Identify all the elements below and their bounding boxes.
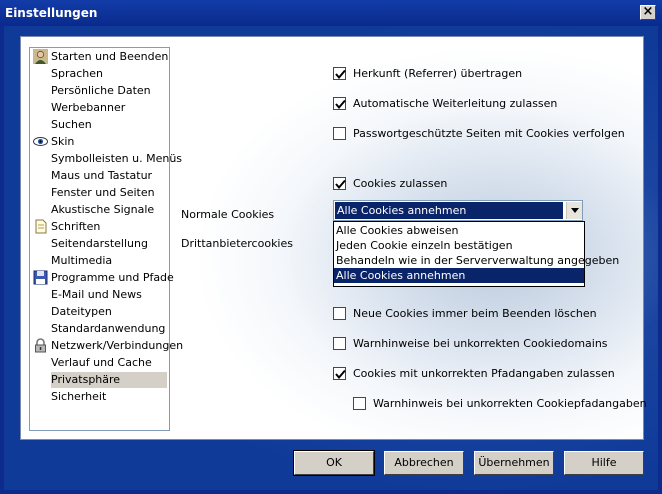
- sidebar-item-symbolleisten[interactable]: Symbolleisten u. Menüs: [51, 151, 182, 167]
- sidebar-item-privatsphaere[interactable]: Privatsphäre: [51, 372, 167, 388]
- close-icon: ×: [642, 4, 654, 19]
- ok-button[interactable]: OK: [293, 450, 375, 476]
- apply-button[interactable]: Übernehmen: [474, 451, 554, 475]
- delete-on-exit-checkbox[interactable]: [333, 307, 346, 320]
- referrer-checkbox[interactable]: [333, 67, 346, 80]
- floppy-disk-icon: [33, 270, 48, 285]
- referrer-label: Herkunft (Referrer) übertragen: [353, 67, 523, 80]
- sidebar-item-seitendarstellung[interactable]: Seitendarstellung: [51, 236, 148, 252]
- cookies-allowed-label: Cookies zulassen: [353, 177, 448, 190]
- sidebar-item-verlauf-und-cache[interactable]: Verlauf und Cache: [51, 355, 152, 371]
- normal-cookies-value: Alle Cookies annehmen: [335, 202, 563, 219]
- normal-cookies-dropdown-list[interactable]: Alle Cookies abweisen Jeden Cookie einze…: [333, 221, 619, 287]
- normal-cookies-label: Normale Cookies: [181, 208, 275, 221]
- sidebar-item-akustische-signale[interactable]: Akustische Signale: [51, 202, 154, 218]
- normal-cookies-select[interactable]: Alle Cookies annehmen: [333, 200, 583, 221]
- cancel-button[interactable]: Abbrechen: [384, 451, 464, 475]
- settings-window: Einstellungen × Starten und Beenden Spra…: [0, 0, 662, 494]
- lock-icon: [35, 338, 46, 353]
- close-button[interactable]: ×: [640, 5, 656, 20]
- dropdown-option-confirm-each[interactable]: Jeden Cookie einzeln bestätigen: [334, 238, 584, 253]
- sidebar-item-suchen[interactable]: Suchen: [51, 117, 92, 133]
- window-title: Einstellungen: [5, 6, 98, 20]
- sidebar-item-sprachen[interactable]: Sprachen: [51, 66, 103, 82]
- path-allow-checkbox[interactable]: [333, 367, 346, 380]
- cookies-allowed-checkbox[interactable]: [333, 177, 346, 190]
- sidebar-item-schriften[interactable]: Schriften: [51, 219, 100, 235]
- delete-on-exit-label: Neue Cookies immer beim Beenden löschen: [353, 307, 597, 320]
- sidebar-item-skin[interactable]: Skin: [51, 134, 74, 150]
- path-allow-label: Cookies mit unkorrekten Pfadangaben zula…: [353, 367, 615, 380]
- dropdown-option-server-settings[interactable]: Behandeln wie in der Serververwaltung an…: [334, 253, 619, 268]
- dropdown-option-reject-all[interactable]: Alle Cookies abweisen: [334, 223, 584, 238]
- person-icon: [33, 49, 48, 64]
- sidebar-item-programme-und-pfade[interactable]: Programme und Pfade: [51, 270, 174, 286]
- chevron-down-icon: [571, 208, 579, 213]
- sidebar-item-sicherheit[interactable]: Sicherheit: [51, 389, 106, 405]
- dropdown-option-accept-all[interactable]: Alle Cookies annehmen: [334, 268, 584, 283]
- eye-icon: [33, 137, 48, 146]
- sidebar-item-dateitypen[interactable]: Dateitypen: [51, 304, 112, 320]
- domain-warning-label: Warnhinweise bei unkorrekten Cookiedomai…: [353, 337, 608, 350]
- dropdown-arrow-button[interactable]: [566, 202, 582, 219]
- sidebar-item-starten-und-beenden[interactable]: Starten und Beenden: [51, 49, 168, 65]
- sidebar-item-multimedia[interactable]: Multimedia: [51, 253, 112, 269]
- sidebar-item-fenster-und-seiten[interactable]: Fenster und Seiten: [51, 185, 155, 201]
- sidebar-item-werbebanner[interactable]: Werbebanner: [51, 100, 125, 116]
- path-warning-label: Warnhinweis bei unkorrekten Cookiepfadan…: [373, 397, 647, 410]
- path-warning-checkbox[interactable]: [353, 397, 366, 410]
- sidebar-item-standardanwendung[interactable]: Standardanwendung: [51, 321, 165, 337]
- sidebar-item-persoenliche-daten[interactable]: Persönliche Daten: [51, 83, 151, 99]
- password-cookies-label: Passwortgeschützte Seiten mit Cookies ve…: [353, 127, 625, 140]
- title-bar[interactable]: Einstellungen ×: [0, 0, 662, 26]
- thirdparty-cookies-label: Drittanbietercookies: [181, 237, 293, 250]
- help-button[interactable]: Hilfe: [564, 451, 644, 475]
- checkmark-icon: [335, 99, 346, 110]
- redirect-checkbox[interactable]: [333, 97, 346, 110]
- sidebar-item-maus-und-tastatur[interactable]: Maus und Tastatur: [51, 168, 152, 184]
- redirect-label: Automatische Weiterleitung zulassen: [353, 97, 558, 110]
- category-tree[interactable]: Starten und Beenden Sprachen Persönliche…: [29, 47, 183, 431]
- password-cookies-checkbox[interactable]: [333, 127, 346, 140]
- checkmark-icon: [335, 69, 346, 80]
- domain-warning-checkbox[interactable]: [333, 337, 346, 350]
- sidebar-item-netzwerk-verbindungen[interactable]: Netzwerk/Verbindungen: [51, 338, 183, 354]
- sidebar-item-email-und-news[interactable]: E-Mail und News: [51, 287, 142, 303]
- settings-panel: Starten und Beenden Sprachen Persönliche…: [20, 36, 647, 440]
- dialog-body: Starten und Beenden Sprachen Persönliche…: [4, 26, 658, 490]
- checkmark-icon: [335, 179, 346, 190]
- document-icon: [35, 219, 47, 234]
- checkmark-icon: [335, 369, 346, 380]
